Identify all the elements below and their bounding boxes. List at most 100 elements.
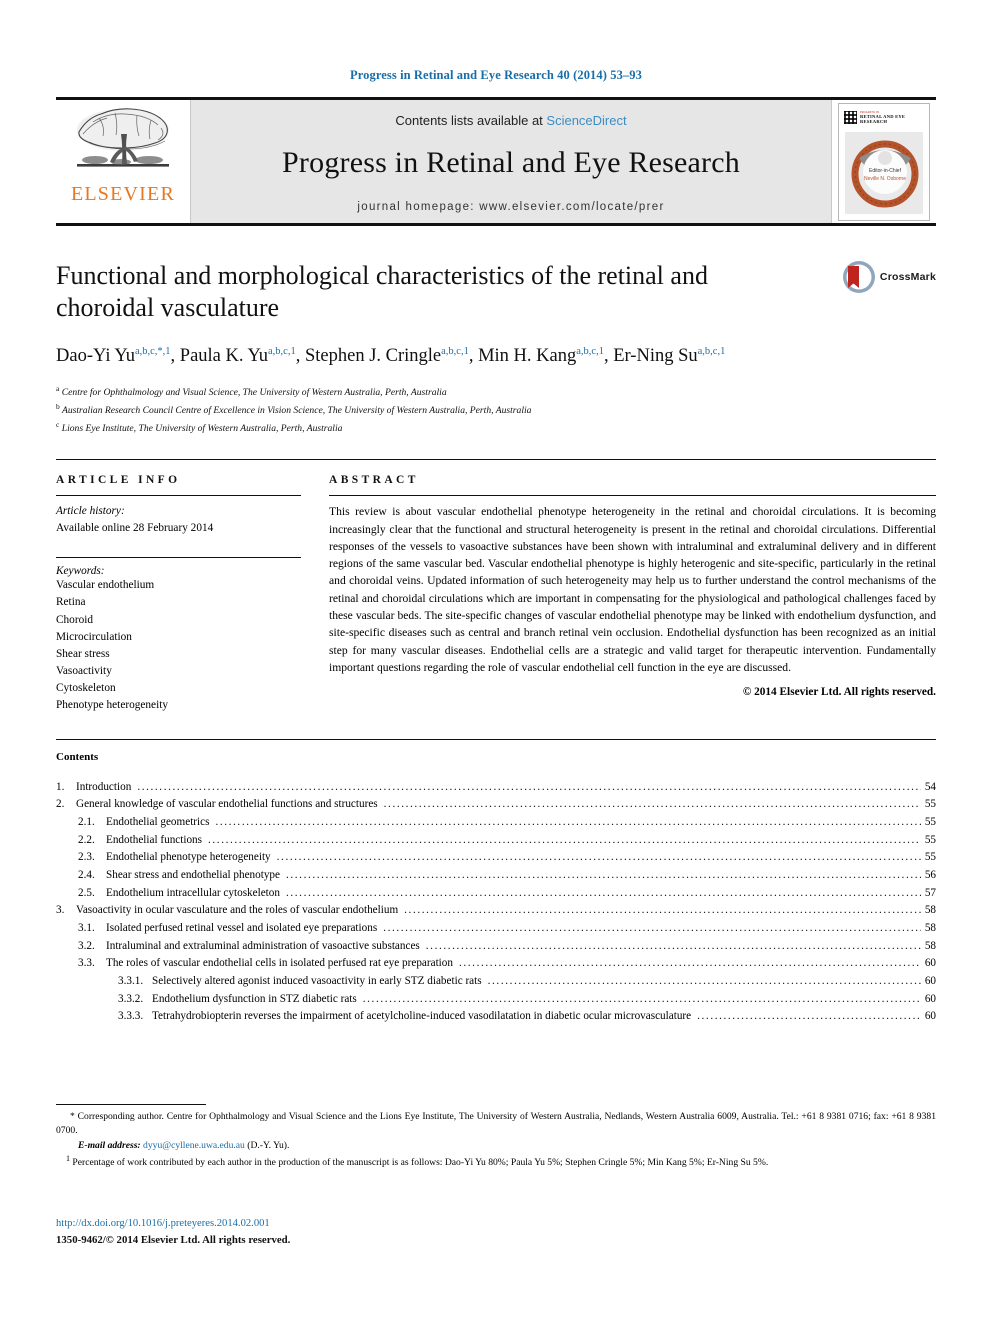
crossmark-badge[interactable]: CrossMark [842,260,936,294]
toc-entry[interactable]: 1. Introduction..........................… [56,779,936,797]
issn-copyright: 1350-9462/© 2014 Elsevier Ltd. All right… [56,1234,291,1246]
article-history: Article history: Available online 28 Feb… [56,496,301,537]
cover-header: PROGRESS IN RETINAL AND EYE RESEARCH [839,104,929,125]
toc-entry[interactable]: 2.3. Endothelial phenotype heterogeneity.… [56,849,936,867]
footnote-corresponding-mark: * [70,1111,75,1122]
email-link[interactable]: dyyu@cyllene.uwa.edu.au [143,1140,245,1151]
contents-lists-line: Contents lists available at ScienceDirec… [395,113,626,128]
affiliation-text: Lions Eye Institute, The University of W… [59,423,343,435]
contents-lists-prefix: Contents lists available at [395,113,547,128]
toc-entry[interactable]: 3.1. Isolated perfused retinal vessel and… [56,920,936,938]
email-label: E-mail address: [78,1139,141,1151]
journal-homepage[interactable]: journal homepage: www.elsevier.com/locat… [357,201,664,213]
article-history-value: Available online 28 February 2014 [56,522,214,535]
keyword-item: Choroid [56,613,94,626]
toc-label: Introduction [76,780,132,793]
toc-entry[interactable]: 3.3. The roles of vascular endothelial ce… [56,955,936,973]
toc-entry[interactable]: 3.2. Intraluminal and extraluminal admini… [56,938,936,956]
toc-entry[interactable]: 2.5. Endothelium intracellular cytoskelet… [56,885,936,903]
article-info-heading: ARTICLE INFO [56,474,181,487]
toc-leader-dots: ........................................… [215,815,921,828]
toc-page-number: 58 [924,904,936,917]
sciencedirect-link[interactable]: ScienceDirect [546,113,626,128]
keywords-label: Keywords: [56,565,105,578]
abstract-text: This review is about vascular endothelia… [329,505,936,674]
toc-number: 3.3.2. [118,992,144,1005]
toc-leader-dots: ........................................… [362,992,921,1005]
toc-entry[interactable]: 3. Vasoactivity in ocular vasculature and… [56,902,936,920]
toc-number: 2.4. [78,868,95,881]
toc-leader-dots: ........................................… [383,798,921,811]
toc-page-number: 55 [924,851,936,864]
toc-number: 2. [56,798,65,811]
toc-leader-dots: ........................................… [285,868,921,881]
toc-leader-dots: ........................................… [383,922,921,935]
abstract-heading: ABSTRACT [329,474,419,487]
affiliation-item: b Australian Research Council Centre of … [56,401,936,419]
toc-page-number: 56 [924,868,936,881]
toc-label: The roles of vascular endothelial cells … [106,957,453,970]
elsevier-wordmark: ELSEVIER [70,183,176,205]
toc-entry[interactable]: 2.1. Endothelial geometrics..............… [56,814,936,832]
toc-page-number: 60 [924,957,936,970]
footnote-corresponding: * Corresponding author. Centre for Ophth… [56,1110,936,1139]
toc-page-number: 55 [924,815,936,828]
toc-number: 2.2. [78,833,95,846]
toc-entry[interactable]: 2. General knowledge of vascular endothel… [56,796,936,814]
svg-text:Editor-in-Chief: Editor-in-Chief [869,168,902,174]
toc-entry[interactable]: 3.3.2. Endothelium dysfunction in STZ dia… [56,991,936,1009]
toc-entry[interactable]: 2.4. Shear stress and endothelial phenoty… [56,867,936,885]
toc-number: 3.2. [78,939,95,952]
toc-leader-dots: ........................................… [458,957,921,970]
toc-number: 2.3. [78,851,95,864]
toc-list: 1. Introduction..........................… [56,779,936,1027]
crossmark-label: CrossMark [879,271,936,283]
journal-banner: ELSEVIER Contents lists available at Sci… [56,97,936,223]
author-name: Dao-Yi Yu [56,346,135,367]
toc-leader-dots: ........................................… [425,939,921,952]
keyword-item: Vasoactivity [56,665,112,678]
abstract-column: ABSTRACT This review is about vascular e… [329,474,936,714]
contents-heading: Contents [56,750,99,763]
cover-artwork: Editor-in-Chief Neville N. Osborne [845,131,923,214]
toc-page-number: 60 [924,1010,936,1023]
keyword-item: Phenotype heterogeneity [56,699,168,712]
toc-leader-dots: ........................................… [137,780,921,793]
affiliation-text: Centre for Ophthalmology and Visual Scie… [59,387,447,399]
toc-page-number: 58 [924,939,936,952]
keywords-rule [56,557,301,559]
toc-entry[interactable]: 2.2. Endothelial functions...............… [56,832,936,850]
toc-label: Vasoactivity in ocular vasculature and t… [76,904,399,917]
page-title: Functional and morphological characteris… [56,261,708,322]
running-head: Progress in Retinal and Eye Research 40 … [350,68,642,82]
footnote-contribution-text: Percentage of work contributed by each a… [72,1157,769,1169]
toc-leader-dots: ........................................… [697,1010,921,1023]
footnotes-block: * Corresponding author. Centre for Ophth… [56,1104,936,1171]
toc-label: Endothelium intracellular cytoskeleton [106,886,280,899]
toc-entry[interactable]: 3.3.3. Tetrahydrobiopterin reverses the i… [56,1008,936,1026]
toc-page-number: 57 [924,886,936,899]
toc-page-number: 54 [924,780,936,793]
toc-number: 3.1. [78,922,95,935]
toc-entry[interactable]: 3.3.1. Selectively altered agonist induce… [56,973,936,991]
footnote-contribution: 1 Percentage of work contributed by each… [56,1153,936,1171]
affiliation-text: Australian Research Council Centre of Ex… [59,405,532,417]
toc-label: Endothelial geometrics [106,815,210,828]
toc-page-number: 55 [924,833,936,846]
contents-section: Contents 1. Introduction.................… [56,738,936,1027]
keyword-item: Vascular endothelium [56,579,155,592]
affiliation-list: a Centre for Ophthalmology and Visual Sc… [56,383,936,437]
toc-page-number: 55 [924,798,936,811]
keywords-list: Vascular endothelium Retina Choroid Microci… [56,577,301,714]
toc-number: 3.3.3. [118,1010,144,1023]
footnote-contribution-mark: 1 [66,1154,70,1164]
banner-center: Contents lists available at ScienceDirec… [190,100,832,223]
doi-link[interactable]: http://dx.doi.org/10.1016/j.preteyeres.2… [56,1218,270,1229]
keywords-block: Keywords: Vascular endothelium Retina Chor… [56,550,301,714]
journal-cover-thumbnail: PROGRESS IN RETINAL AND EYE RESEARCH Edi… [832,100,936,223]
svg-text:Neville N. Osborne: Neville N. Osborne [864,176,906,182]
article-history-label: Article history: [56,505,125,518]
author-list: Dao-Yi Yua,b,c,*,1, Paula K. Yua,b,c,1, … [56,346,726,367]
article-first-page: Progress in Retinal and Eye Research 40 … [0,0,992,1323]
elsevier-tree-icon [77,108,169,167]
